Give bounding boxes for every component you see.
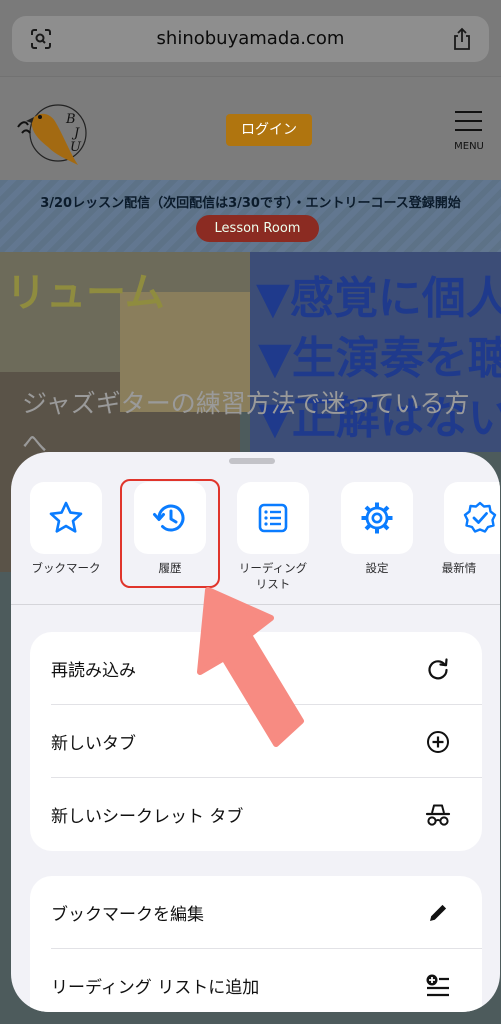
url-text[interactable]: shinobuyamada.com bbox=[12, 28, 489, 49]
svg-text:B: B bbox=[65, 112, 76, 127]
new-private-tab-row[interactable]: 新しいシークレット タブ bbox=[30, 778, 482, 851]
reload-icon bbox=[428, 658, 448, 680]
lesson-room-button[interactable]: Lesson Room bbox=[196, 215, 319, 242]
reload-row[interactable]: 再読み込み bbox=[30, 632, 482, 705]
menu-label: MENU bbox=[454, 141, 484, 152]
browser-menu-sheet: ブックマーク 履歴 リーディング リスト 設定 最新情 再読み込み 新しいタブ … bbox=[11, 452, 500, 1012]
row-label: ブックマークを編集 bbox=[51, 905, 204, 925]
row-label: リーディング リストに追加 bbox=[51, 978, 260, 998]
browser-toolbar: shinobuyamada.com bbox=[0, 0, 501, 76]
pencil-icon bbox=[430, 904, 447, 921]
incognito-icon bbox=[425, 804, 451, 826]
svg-text:J: J bbox=[71, 126, 80, 141]
screen: shinobuyamada.com B J U ログイン MENU 3/20レッ… bbox=[0, 0, 501, 1024]
new-tab-row[interactable]: 新しいタブ bbox=[30, 705, 482, 778]
row-label: 新しいタブ bbox=[51, 734, 136, 754]
add-reading-list-icon bbox=[426, 974, 449, 997]
hamburger-icon bbox=[455, 111, 482, 113]
row-label: 新しいシークレット タブ bbox=[51, 807, 244, 827]
address-bar[interactable]: shinobuyamada.com bbox=[12, 16, 489, 62]
login-button[interactable]: ログイン bbox=[226, 114, 312, 146]
menu-group-primary: 再読み込み 新しいタブ 新しいシークレット タブ bbox=[30, 632, 482, 851]
plus-circle-icon bbox=[427, 731, 449, 753]
bird-logo[interactable]: B J U bbox=[12, 93, 92, 169]
action-label: 最新情 bbox=[441, 561, 477, 575]
menu-button[interactable]: MENU bbox=[449, 107, 489, 155]
reading-list-action[interactable]: リーディング リスト bbox=[223, 482, 323, 592]
action-label: ブックマーク bbox=[31, 561, 101, 575]
row-label: 再読み込み bbox=[51, 661, 136, 681]
hero-text: ▼生演奏を聴 bbox=[258, 333, 501, 384]
settings-tile[interactable] bbox=[341, 482, 413, 554]
gear-icon bbox=[361, 502, 393, 534]
whats-new-tile[interactable] bbox=[444, 482, 500, 554]
star-icon bbox=[49, 501, 83, 533]
announcement-banner: 3/20レッスン配信（次回配信は3/30です）・エントリーコース登録開始 Les… bbox=[0, 180, 501, 252]
bookmarks-action[interactable]: ブックマーク bbox=[16, 482, 116, 592]
hamburger-line bbox=[455, 129, 482, 131]
sheet-grabber[interactable] bbox=[229, 458, 275, 464]
settings-action[interactable]: 設定 bbox=[327, 482, 427, 592]
svg-text:U: U bbox=[70, 140, 82, 155]
action-label: 設定 bbox=[365, 561, 389, 575]
bookmarks-tile[interactable] bbox=[30, 482, 102, 554]
hero-text: ▼感覚に個人 bbox=[256, 273, 501, 324]
add-to-reading-list-row[interactable]: リーディング リストに追加 bbox=[30, 949, 482, 1012]
hamburger-line bbox=[455, 120, 482, 122]
highlight-box bbox=[120, 479, 220, 588]
site-header: B J U ログイン MENU bbox=[0, 76, 501, 180]
action-label: リーディング リスト bbox=[238, 561, 308, 591]
badge-check-icon bbox=[463, 501, 497, 533]
whats-new-action[interactable]: 最新情 bbox=[430, 482, 500, 592]
reading-list-icon bbox=[258, 503, 288, 533]
reading-list-tile[interactable] bbox=[237, 482, 309, 554]
share-icon[interactable] bbox=[451, 27, 473, 51]
section-divider bbox=[11, 604, 500, 605]
hero-text: リューム bbox=[6, 270, 165, 316]
announcement-text: 3/20レッスン配信（次回配信は3/30です）・エントリーコース登録開始 bbox=[40, 196, 461, 211]
edit-bookmarks-row[interactable]: ブックマークを編集 bbox=[30, 876, 482, 949]
menu-group-secondary: ブックマークを編集 リーディング リストに追加 bbox=[30, 876, 482, 1012]
